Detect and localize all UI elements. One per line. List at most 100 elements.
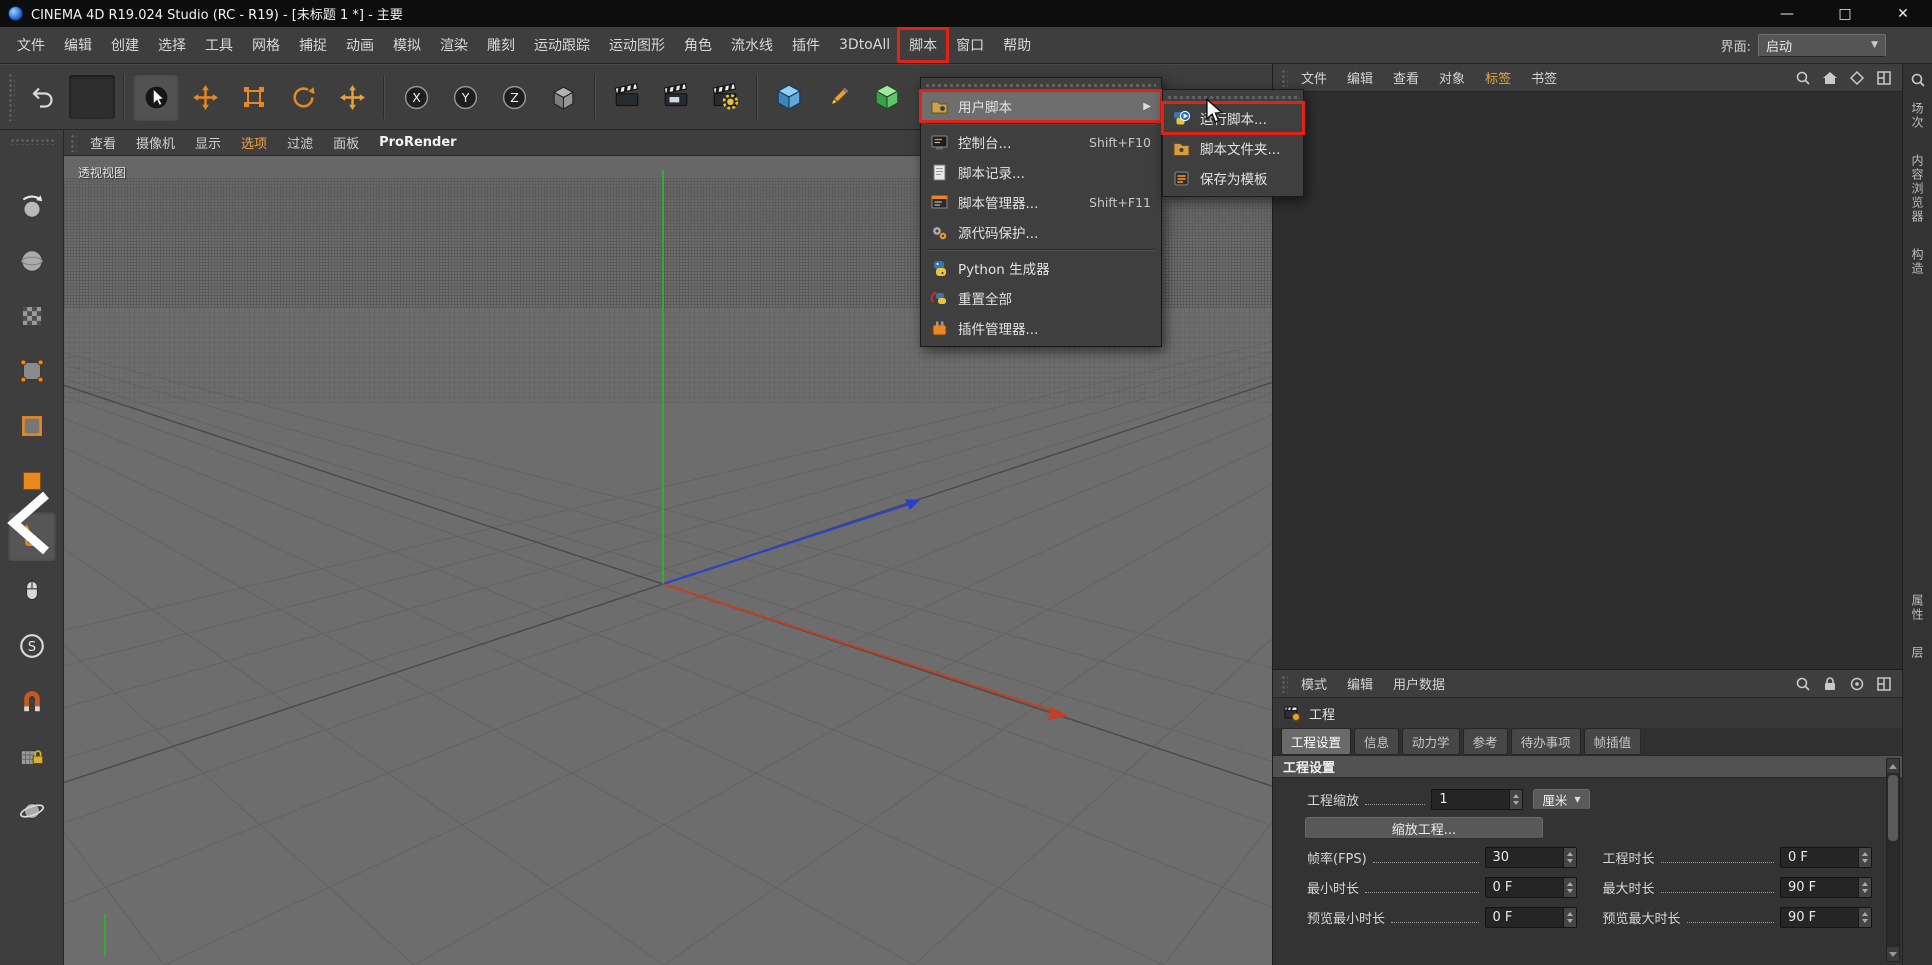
viewport-menu-prorender[interactable]: ProRender [370, 132, 466, 153]
model-mode-button[interactable] [8, 236, 56, 286]
script-menu-item-console[interactable]: 控制台... Shift+F10 [921, 127, 1161, 157]
submenu-item-run-script[interactable]: 运行脚本... [1161, 101, 1305, 135]
submenu-item-script-folder[interactable]: 脚本文件夹... [1163, 133, 1303, 163]
project-length-field[interactable]: 0 F [1780, 846, 1872, 868]
menubar-item-simulate[interactable]: 模拟 [384, 30, 430, 60]
lock-icon[interactable] [1820, 674, 1840, 694]
menubar-item-mograph[interactable]: 运动图形 [600, 30, 674, 60]
viewport-solo-button[interactable] [8, 566, 56, 616]
dock-tab-structure[interactable]: 构造 [1909, 248, 1926, 276]
om-menu-tags[interactable]: 标签 [1476, 65, 1520, 90]
workplane-rotate-button[interactable] [8, 786, 56, 836]
move-tool[interactable] [182, 73, 228, 121]
viewport-menu-panel[interactable]: 面板 [324, 130, 368, 155]
coordinate-system-button[interactable] [540, 73, 586, 121]
z-axis-lock-button[interactable]: Z [491, 73, 537, 121]
script-menu-item-script-log[interactable]: 脚本记录... [921, 157, 1161, 187]
render-view-button[interactable] [604, 73, 650, 121]
home-icon[interactable] [1820, 68, 1840, 88]
current-tool-button[interactable] [329, 73, 375, 121]
menubar-item-edit[interactable]: 编辑 [55, 30, 101, 60]
viewport-menu-display[interactable]: 显示 [186, 130, 230, 155]
search-icon[interactable] [1793, 68, 1813, 88]
tear-off-strip[interactable] [926, 81, 1156, 89]
attr-menu-userdata[interactable]: 用户数据 [1384, 671, 1454, 696]
search-icon[interactable] [1908, 70, 1928, 90]
menubar-item-snap[interactable]: 捕捉 [290, 30, 336, 60]
attr-menu-edit[interactable]: 编辑 [1338, 671, 1382, 696]
preview-max-field[interactable]: 90 F [1780, 906, 1872, 928]
min-time-field[interactable]: 0 F [1484, 876, 1577, 898]
dock-tab-content-browser[interactable]: 内容浏览器 [1909, 154, 1926, 224]
scrollbar-thumb[interactable] [1888, 775, 1898, 841]
undo-button[interactable] [20, 73, 66, 121]
attributes-scrollbar[interactable] [1886, 758, 1900, 962]
magnet-snap-button[interactable] [8, 676, 56, 726]
attr-tab-dynamics[interactable]: 动力学 [1402, 728, 1460, 755]
script-menu-item-source-protect[interactable]: 源代码保护... [921, 217, 1161, 247]
object-manager-drag-handle[interactable] [1281, 68, 1288, 87]
menubar-item-pipeline[interactable]: 流水线 [722, 30, 782, 60]
attr-menu-mode[interactable]: 模式 [1292, 671, 1336, 696]
script-menu-item-plugin-manager[interactable]: 插件管理器... [921, 313, 1161, 343]
rotate-tool[interactable] [280, 73, 326, 121]
redo-button[interactable] [69, 75, 115, 119]
workplane-lock-button[interactable] [8, 731, 56, 781]
menubar-item-help[interactable]: 帮助 [994, 30, 1040, 60]
menubar-item-3dtoall[interactable]: 3DtoAll [830, 32, 899, 58]
stepper[interactable] [1858, 877, 1871, 897]
texture-mode-button[interactable] [8, 291, 56, 341]
x-axis-lock-button[interactable]: X [393, 73, 439, 121]
om-menu-edit[interactable]: 编辑 [1338, 65, 1382, 90]
stepper[interactable] [1562, 847, 1576, 867]
project-scale-field[interactable]: 1 [1431, 788, 1524, 810]
menubar-item-create[interactable]: 创建 [102, 30, 148, 60]
render-settings-button[interactable] [702, 73, 748, 121]
interface-dropdown[interactable]: 启动 ▼ [1758, 33, 1886, 57]
dock-tab-layers[interactable]: 层 [1909, 646, 1926, 660]
menubar-item-mesh[interactable]: 网格 [243, 30, 289, 60]
render-region-button[interactable] [653, 73, 699, 121]
stepper[interactable] [1562, 877, 1576, 897]
om-menu-file[interactable]: 文件 [1292, 65, 1336, 90]
minimize-button[interactable]: — [1758, 0, 1816, 27]
dock-tab-takes[interactable]: 场次 [1909, 102, 1926, 130]
om-menu-bookmarks[interactable]: 书签 [1522, 65, 1566, 90]
attributes-drag-handle[interactable] [1281, 674, 1288, 693]
viewport-menu-view[interactable]: 查看 [81, 130, 125, 155]
search-icon[interactable] [1793, 674, 1813, 694]
preview-min-field[interactable]: 0 F [1484, 906, 1577, 928]
menubar-item-select[interactable]: 选择 [149, 30, 195, 60]
make-editable-button[interactable] [8, 181, 56, 231]
live-selection-tool[interactable] [133, 73, 179, 121]
add-cube-button[interactable] [766, 73, 812, 121]
menubar-item-window[interactable]: 窗口 [947, 30, 993, 60]
menubar-item-script[interactable]: 脚本 [897, 27, 950, 63]
viewport-drag-handle[interactable] [70, 133, 77, 152]
edges-mode-button[interactable] [8, 401, 56, 451]
max-time-field[interactable]: 90 F [1780, 876, 1872, 898]
scroll-up-button[interactable] [1887, 759, 1899, 773]
add-generator-button[interactable] [864, 73, 910, 121]
script-menu-item-reset-all[interactable]: 重置全部 [921, 283, 1161, 313]
toolbar-drag-handle[interactable] [8, 73, 15, 121]
menubar-item-character[interactable]: 角色 [675, 30, 721, 60]
target-icon[interactable] [1847, 674, 1867, 694]
scale-unit-dropdown[interactable]: 厘米 ▼ [1533, 788, 1590, 810]
script-menu-item-python-generator[interactable]: Python 生成器 [921, 253, 1161, 283]
y-axis-lock-button[interactable]: Y [442, 73, 488, 121]
menubar-item-render[interactable]: 渲染 [431, 30, 477, 60]
submenu-item-save-as-template[interactable]: 保存为模板 [1163, 163, 1303, 193]
menubar-item-file[interactable]: 文件 [8, 30, 54, 60]
mode-toolbar-drag-handle[interactable] [9, 138, 54, 145]
attribute-object-row[interactable]: 工程 [1273, 698, 1902, 728]
menubar-item-plugins[interactable]: 插件 [783, 30, 829, 60]
layout-icon[interactable] [1874, 68, 1894, 88]
close-button[interactable]: ✕ [1874, 0, 1932, 27]
maximize-button[interactable]: □ [1816, 0, 1874, 27]
script-menu-item-user-scripts[interactable]: 用户脚本 ▶ [919, 89, 1163, 123]
scroll-down-button[interactable] [1887, 947, 1899, 961]
tear-off-strip[interactable] [1168, 93, 1298, 101]
viewport-menu-options[interactable]: 选项 [232, 130, 276, 155]
menubar-item-animate[interactable]: 动画 [337, 30, 383, 60]
